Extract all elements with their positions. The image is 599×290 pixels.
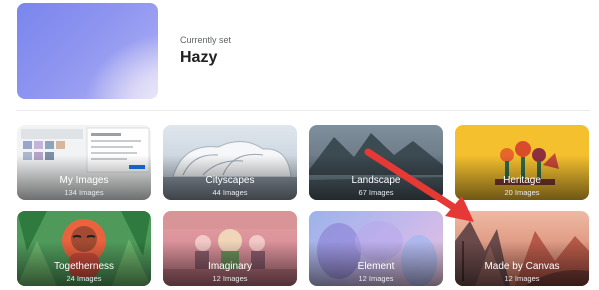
collection-count: 24 Images [66,274,102,283]
collection-name: Heritage [503,175,541,186]
collection-tile-my-images[interactable]: My Images 134 Images [17,125,151,200]
collection-count: 134 Images [64,188,104,197]
collection-tile-togetherness[interactable]: Togetherness 24 Images [17,211,151,286]
collection-tile-made-by-canvas[interactable]: Made by Canvas 12 Images [455,211,589,286]
collection-tile-landscape[interactable]: Landscape 67 Images [309,125,443,200]
collection-name: Element [357,261,395,272]
collection-name: My Images [59,175,109,186]
collection-name: Landscape [351,175,401,186]
collection-name: Togetherness [53,261,115,272]
collection-name: Made by Canvas [484,261,560,272]
current-wallpaper-thumbnail [17,3,158,99]
collection-tile-imaginary[interactable]: Imaginary 12 Images [163,211,297,286]
collection-count: 20 Images [504,188,540,197]
current-wallpaper-name: Hazy [180,49,218,66]
collection-tile-element[interactable]: Element 12 Images [309,211,443,286]
collection-count: 12 Images [358,274,394,283]
collection-count: 67 Images [358,188,394,197]
collection-count: 44 Images [212,188,248,197]
collection-count: 12 Images [504,274,540,283]
collection-name: Cityscapes [205,175,255,186]
collection-name: Imaginary [208,261,252,272]
section-divider [16,110,590,111]
collection-tile-cityscapes[interactable]: Cityscapes 44 Images [163,125,297,200]
collection-count: 12 Images [212,274,248,283]
currently-set-label: Currently set [180,35,232,45]
collection-tile-heritage[interactable]: Heritage 20 Images [455,125,589,200]
